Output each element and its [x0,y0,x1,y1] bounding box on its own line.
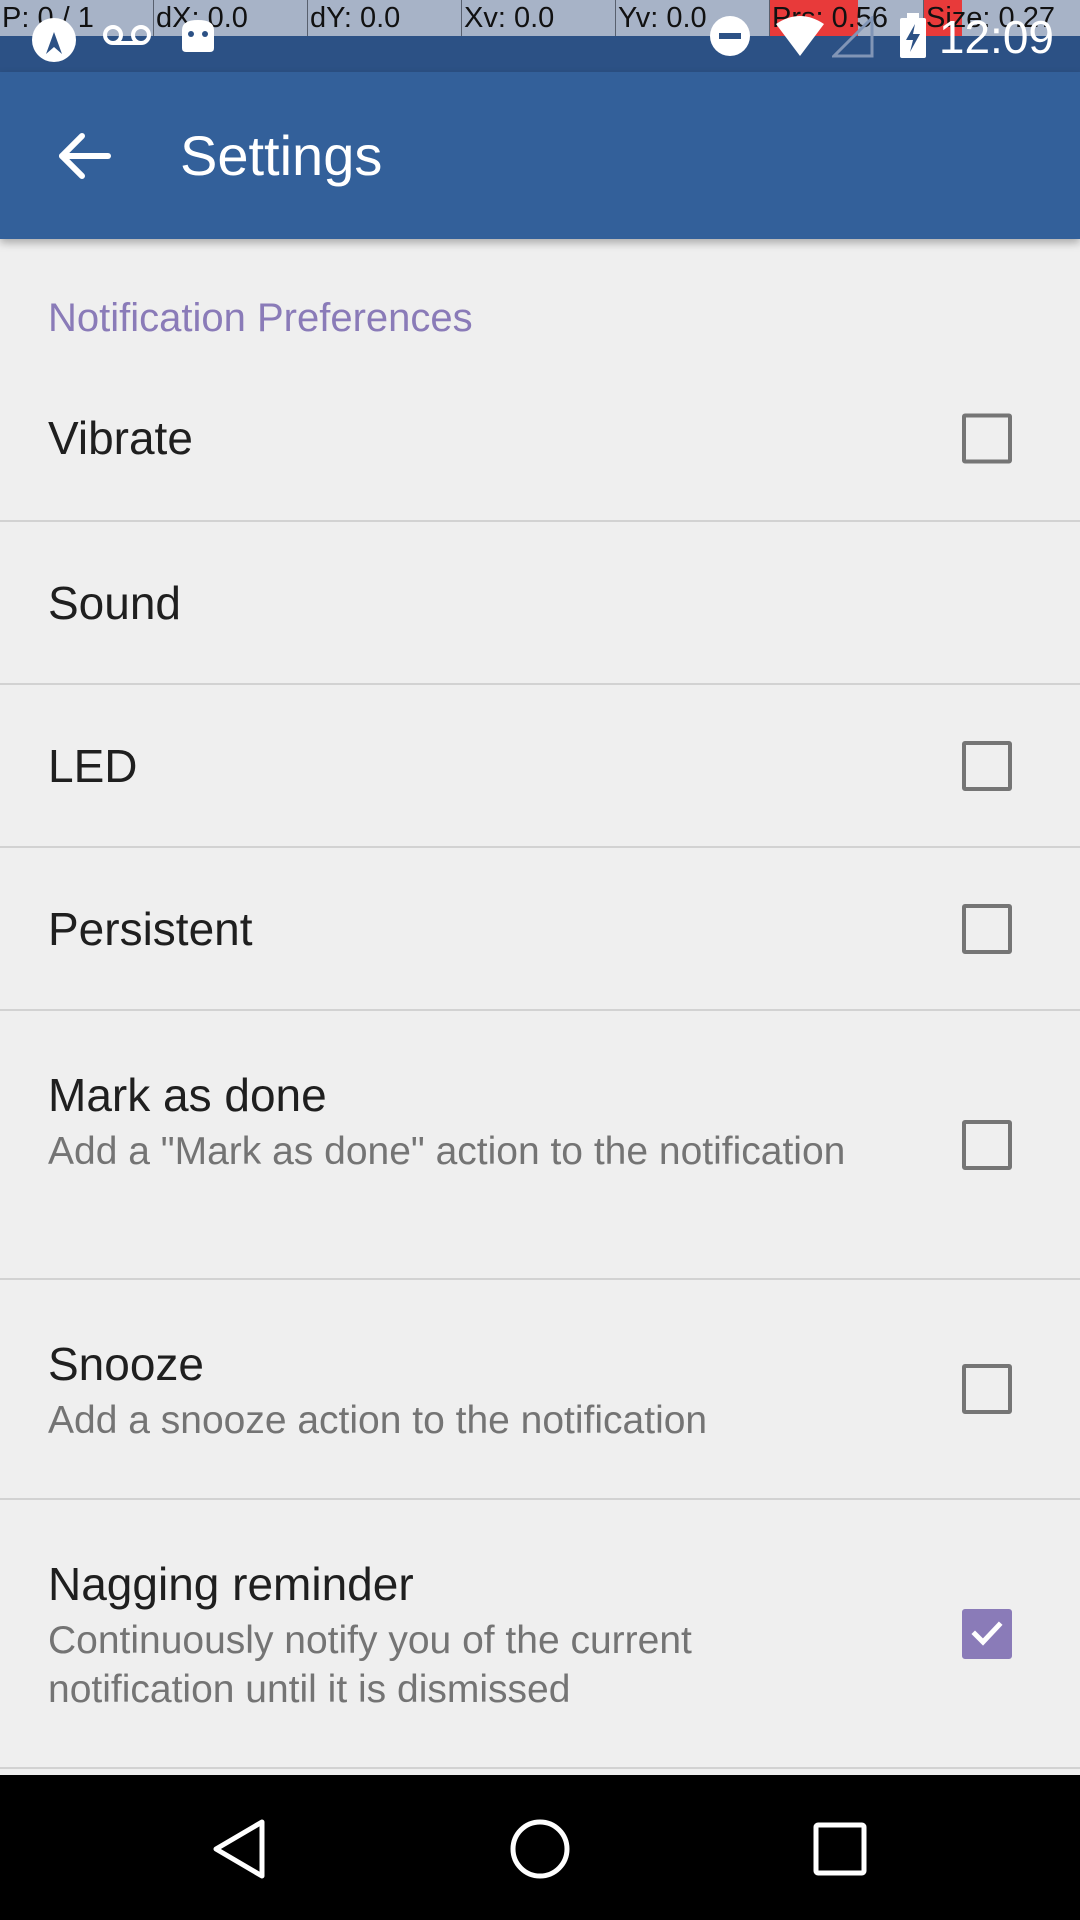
led-checkbox[interactable] [962,740,1012,791]
mark-as-done-checkbox[interactable] [962,1119,1012,1170]
nagging-reminder-checkbox[interactable] [962,1608,1012,1659]
pref-row-nagging-reminder[interactable]: Nagging reminder Continuously notify you… [0,1500,1080,1769]
pref-title: Sound [48,576,182,629]
voicemail-icon [103,25,151,45]
app-notification-icon [32,18,76,62]
pref-title: Vibrate [48,411,193,464]
pref-summary: Continuously notify you of the current n… [48,1619,692,1711]
status-bar: P: 0 / 1 dX: 0.0 dY: 0.0 Xv: 0.0 Yv: 0.0… [0,0,1080,72]
nav-back-button[interactable] [192,1801,288,1897]
status-time: 12:09 [938,11,1054,63]
section-header-notification-preferences: Notification Preferences [48,296,473,340]
nav-recents-icon [813,1822,867,1876]
nav-back-icon [213,1819,265,1879]
pref-texts: Vibrate [48,410,880,466]
app-bar: Settings [0,72,1080,239]
do-not-disturb-icon [710,16,750,56]
nav-recents-button[interactable] [792,1801,888,1897]
snooze-checkbox[interactable] [962,1364,1012,1414]
nav-home-icon [510,1819,570,1879]
pref-title: Snooze [48,1338,205,1390]
page-title: Settings [180,124,383,187]
pref-texts: Sound [48,575,880,631]
pref-texts: Nagging reminder Continuously notify you… [48,1556,880,1714]
pref-row-sound[interactable]: Sound [0,522,1080,685]
persistent-checkbox[interactable] [962,903,1012,954]
pref-row-snooze[interactable]: Snooze Add a snooze action to the notifi… [0,1280,1080,1500]
pref-title: LED [48,739,138,792]
pref-row-vibrate[interactable]: Vibrate [0,361,1080,522]
debug-yv-text: Yv: 0.0 [618,2,707,34]
back-button[interactable] [44,116,124,196]
battery-charging-icon [900,13,926,58]
nav-home-button[interactable] [492,1801,588,1897]
pref-summary: Add a "Mark as done" action to the notif… [48,1130,846,1173]
debug-xv: Xv: 0.0 [462,0,616,36]
navigation-bar [0,1775,1080,1920]
pref-title: Nagging reminder [48,1558,414,1610]
wifi-icon [776,16,824,56]
debug-dy-text: dY: 0.0 [310,2,401,34]
android-icon [182,20,214,52]
pref-title: Persistent [48,902,253,955]
debug-dy: dY: 0.0 [308,0,462,36]
pref-texts: Mark as done Add a "Mark as done" action… [48,1067,880,1176]
pref-title: Mark as done [48,1069,327,1121]
pref-texts: LED [48,738,880,794]
settings-screen: P: 0 / 1 dX: 0.0 dY: 0.0 Xv: 0.0 Yv: 0.0… [0,0,1080,1920]
pref-row-persistent[interactable]: Persistent [0,848,1080,1011]
pref-texts: Persistent [48,901,880,957]
signal-icon [832,16,874,58]
vibrate-checkbox[interactable] [962,413,1012,463]
pref-summary: Add a snooze action to the notification [48,1399,708,1442]
pref-texts: Snooze Add a snooze action to the notifi… [48,1336,940,1445]
arrow-back-icon [59,133,111,179]
checkmark-icon [971,1620,1003,1646]
debug-xv-text: Xv: 0.0 [464,2,555,34]
preferences-list: Notification Preferences Vibrate Sound L… [0,239,1080,1775]
pref-row-led[interactable]: LED [0,685,1080,848]
pref-row-mark-as-done[interactable]: Mark as done Add a "Mark as done" action… [0,1011,1080,1280]
